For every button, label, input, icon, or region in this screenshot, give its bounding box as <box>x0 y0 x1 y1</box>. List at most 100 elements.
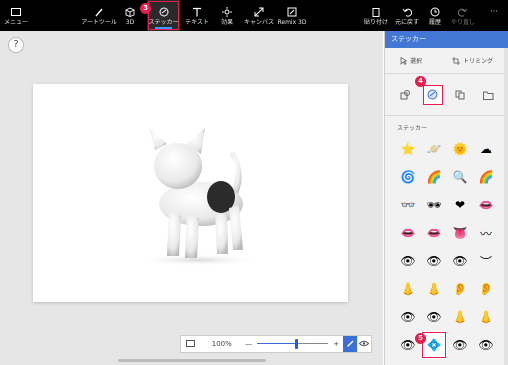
help-button[interactable]: ? <box>8 37 24 53</box>
undo-button[interactable]: 元に戻す <box>394 0 420 31</box>
panel-tools: 選択 トリミング <box>385 48 508 74</box>
canvas-resize-icon <box>253 6 265 17</box>
history-button[interactable]: 履歴 <box>425 0 445 31</box>
pen-icon <box>346 339 354 349</box>
paste-label: 貼り付け <box>363 19 388 26</box>
tab-3d[interactable]: 3D <box>121 0 139 31</box>
zoom-in-button[interactable]: + <box>330 336 342 352</box>
crop-icon <box>451 56 460 65</box>
sticker-item[interactable]: 👁 <box>395 303 421 331</box>
tab-art-tools[interactable]: アートツール <box>81 0 117 31</box>
sticker-item[interactable]: 🌀 <box>395 163 421 191</box>
redo-button[interactable]: やり直し <box>450 0 476 31</box>
layers-icon <box>455 85 465 104</box>
select-button[interactable]: 選択 <box>400 56 422 65</box>
category-shapes[interactable] <box>395 85 415 105</box>
folder-open-icon <box>482 85 494 104</box>
fit-view-button[interactable] <box>181 336 201 352</box>
tab-remix3d-label: Remix 3D <box>277 19 307 26</box>
remix-icon <box>286 6 298 17</box>
tab-canvas[interactable]: キャンバス <box>244 0 274 31</box>
paint3d-window: メニュー アートツール 3D ステッカー テキスト 効果 キャンバス Remix… <box>0 0 508 365</box>
shapes-icon <box>400 85 410 104</box>
sticker-item[interactable]: 🌈 <box>421 163 447 191</box>
tab-3d-label: 3D <box>125 19 135 26</box>
eye-icon <box>358 340 370 349</box>
sticker-category-icon <box>427 85 438 104</box>
paste-button[interactable]: 貼り付け <box>363 0 389 31</box>
sticker-icon <box>158 6 170 17</box>
sticker-item[interactable]: 👁 <box>447 247 473 275</box>
category-stickers[interactable] <box>422 84 443 105</box>
zoom-bar: 100% — + <box>180 335 372 353</box>
select-label: 選択 <box>409 58 422 65</box>
drawing-canvas[interactable] <box>33 84 348 302</box>
panel-title: ステッカー <box>385 31 508 48</box>
horizontal-scrollbar[interactable] <box>118 359 266 362</box>
sticker-item[interactable]: 👁 <box>447 331 473 359</box>
sticker-item[interactable]: ⭐ <box>395 135 421 163</box>
panel-scrollbar[interactable] <box>504 48 508 365</box>
cursor-icon <box>400 56 407 65</box>
tab-effects-label: 効果 <box>220 19 233 26</box>
zoom-thumb[interactable] <box>295 339 299 349</box>
category-textures[interactable] <box>450 85 470 105</box>
sticker-item[interactable]: 👃 <box>473 303 499 331</box>
sticker-item[interactable]: ☁ <box>473 135 499 163</box>
tab-text[interactable]: テキスト <box>185 0 209 31</box>
undo-icon <box>401 6 413 17</box>
zoom-out-button[interactable]: — <box>243 336 255 352</box>
sticker-item[interactable]: ❤ <box>447 191 473 219</box>
tab-effects[interactable]: 効果 <box>217 0 237 31</box>
more-icon: ··· <box>490 7 498 16</box>
sticker-item[interactable]: ︶ <box>473 247 499 275</box>
sticker-item[interactable]: 👃 <box>395 275 421 303</box>
callout-4: 4 <box>415 76 426 87</box>
sticker-item[interactable]: 👁 <box>421 247 447 275</box>
tab-stickers-label: ステッカー <box>148 19 179 26</box>
text-icon <box>191 6 203 17</box>
callout-3: 3 <box>140 3 151 14</box>
tab-stickers[interactable]: ステッカー <box>147 0 180 31</box>
category-custom[interactable] <box>478 85 498 105</box>
sticker-item[interactable]: 🔍 <box>447 163 473 191</box>
zoom-slider[interactable] <box>255 336 331 352</box>
sticker-item[interactable]: 👅 <box>447 219 473 247</box>
sticker-item[interactable]: 👃 <box>421 275 447 303</box>
top-toolbar: メニュー アートツール 3D ステッカー テキスト 効果 キャンバス Remix… <box>0 0 508 31</box>
sticker-item[interactable]: 👄 <box>421 219 447 247</box>
history-label: 履歴 <box>428 19 441 26</box>
cat-3d-model[interactable] <box>33 84 348 302</box>
sticker-item[interactable]: 👁 <box>395 247 421 275</box>
sticker-item[interactable]: 👄 <box>395 219 421 247</box>
sticker-item[interactable]: 〰 <box>473 219 499 247</box>
more-button[interactable]: ··· <box>486 0 502 31</box>
trim-button[interactable]: トリミング <box>451 56 493 65</box>
undo-label: 元に戻す <box>394 19 419 26</box>
sticker-item[interactable]: 🪐 <box>421 135 447 163</box>
sticker-item[interactable]: 👄 <box>473 191 499 219</box>
cube-icon <box>124 6 136 17</box>
pen-view-button[interactable] <box>343 336 358 352</box>
zoom-level: 100% <box>211 340 232 348</box>
tab-canvas-label: キャンバス <box>244 19 275 26</box>
sticker-panel: ステッカー 選択 トリミング 4 ステッカー ⭐ 🪐 🌞 ☁ 🌀 🌈 🔍 🌈 👓… <box>384 31 508 365</box>
redo-label: やり直し <box>450 19 475 26</box>
menu-button[interactable]: メニュー <box>4 0 28 31</box>
sticker-item[interactable]: 👓 <box>395 191 421 219</box>
sticker-item[interactable]: 🌈 <box>473 163 499 191</box>
clock-icon <box>429 6 441 17</box>
sticker-item[interactable]: 👁 <box>473 331 499 359</box>
tab-remix3d[interactable]: Remix 3D <box>276 0 308 31</box>
tab-text-label: テキスト <box>185 19 209 26</box>
sticker-item[interactable]: 👁 <box>421 303 447 331</box>
sticker-item[interactable]: 👃 <box>447 303 473 331</box>
callout-5: 5 <box>415 333 426 344</box>
sticker-item[interactable]: 🕶 <box>421 191 447 219</box>
sticker-item[interactable]: 👂 <box>447 275 473 303</box>
eye-view-button[interactable] <box>357 336 371 352</box>
sticker-item[interactable]: 👂 <box>473 275 499 303</box>
sun-icon <box>221 6 233 17</box>
redo-icon <box>457 6 469 17</box>
sticker-item[interactable]: 🌞 <box>447 135 473 163</box>
